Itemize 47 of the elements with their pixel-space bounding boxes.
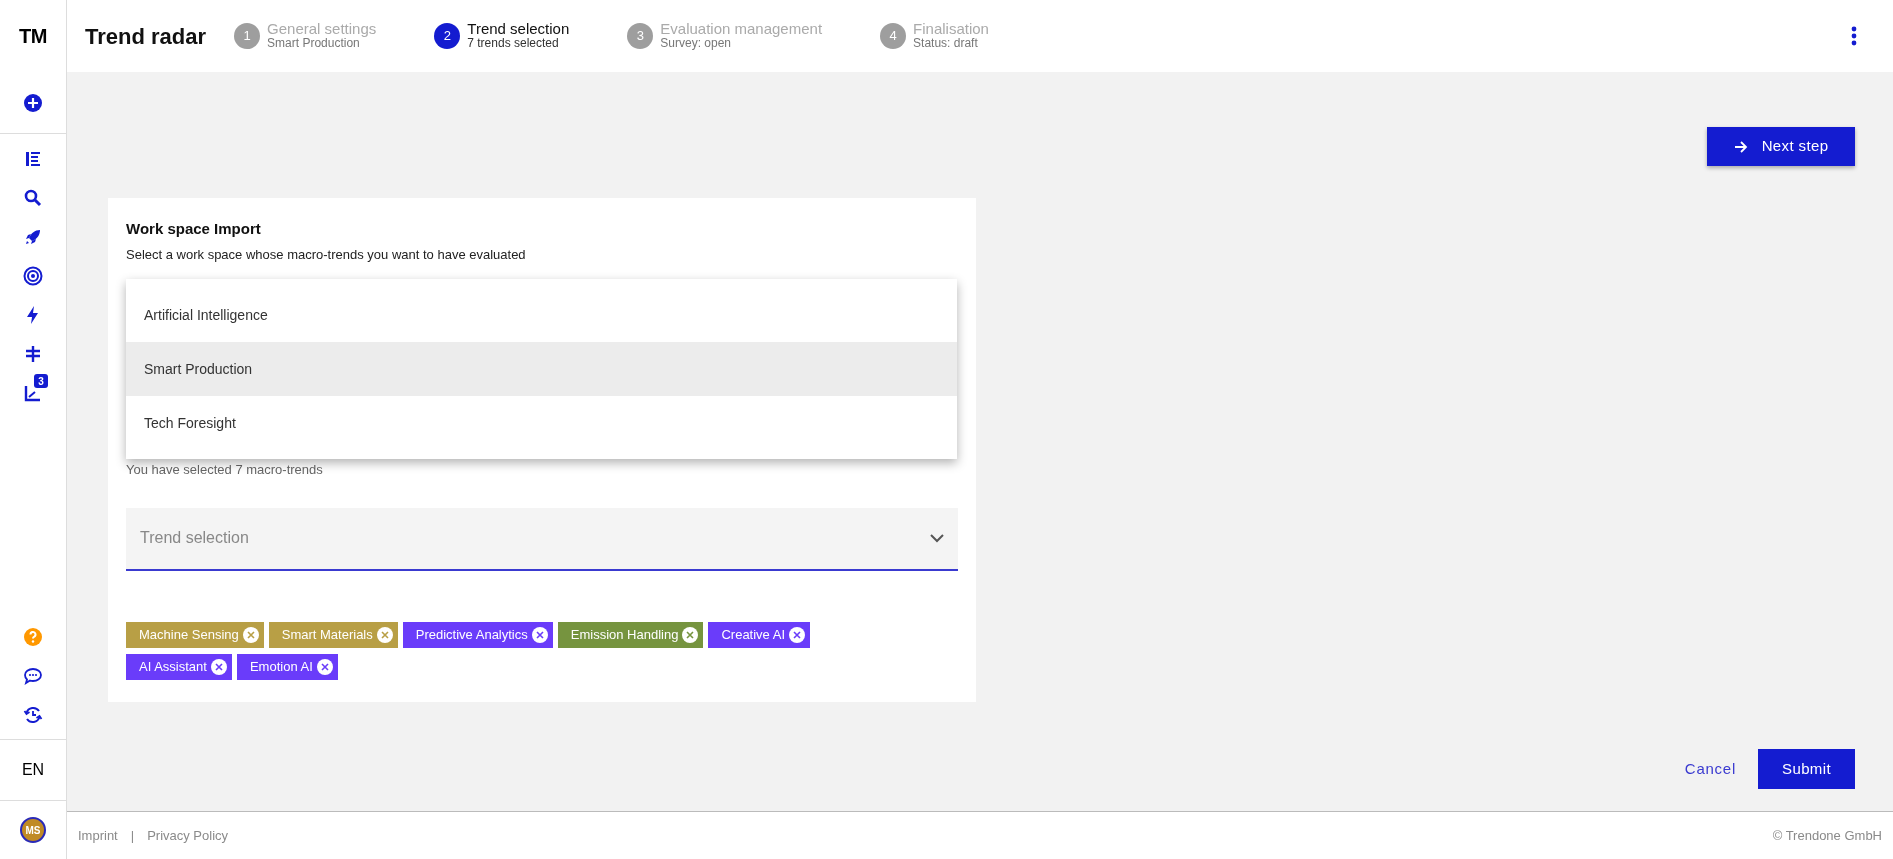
workspace-option[interactable]: Artificial Intelligence (126, 288, 957, 342)
step-title[interactable]: Trend selection (467, 21, 570, 36)
footer-separator: | (130, 826, 135, 845)
language-selector[interactable]: EN (21, 758, 45, 782)
remove-icon[interactable] (242, 626, 259, 643)
card-title: Work space Import (126, 219, 262, 239)
trend-chip: AI Assistant (126, 653, 232, 680)
rocket-icon[interactable] (23, 227, 43, 247)
trend-chip: Creative AI (708, 621, 811, 648)
list-icon[interactable] (23, 149, 43, 169)
remove-icon[interactable] (376, 626, 393, 643)
workspace-option[interactable]: Smart Production (126, 342, 957, 396)
plus-icon[interactable] (23, 92, 43, 113)
step-status: Smart Production (267, 36, 360, 51)
copyright-text: © Trendone GmbH (1772, 826, 1882, 845)
submit-button[interactable]: Submit (1758, 749, 1855, 789)
footer-link[interactable]: Privacy Policy (147, 825, 229, 846)
cancel-button[interactable]: Cancel (1680, 757, 1740, 781)
remove-icon[interactable] (210, 658, 227, 675)
chat-icon[interactable] (23, 666, 43, 686)
selection-count-text: You have selected 7 macro-trends (126, 461, 324, 479)
trend-chip: Machine Sensing (126, 621, 264, 648)
arrow-right-icon (1733, 140, 1748, 153)
step-number[interactable]: 2 (434, 23, 461, 49)
step-status: Status: draft (913, 36, 979, 51)
trend-chip: Smart Materials (268, 621, 398, 648)
app-logo[interactable]: TM (19, 21, 47, 51)
step-status: Survey: open (660, 36, 732, 51)
next-step-button[interactable]: Next step (1707, 127, 1855, 166)
trend-chip: Emotion AI (236, 653, 338, 680)
target-icon[interactable] (23, 266, 43, 286)
step-status: 7 trends selected (467, 36, 560, 51)
app-title: Trend radar (85, 22, 207, 51)
card-subtitle: Select a work space whose macro-trends you want to have evaluated (126, 245, 527, 264)
workspace-option[interactable]: Tech Foresight (126, 396, 957, 450)
notification-badge: 3 (34, 374, 48, 388)
more-options-icon[interactable] (1851, 26, 1857, 46)
history-icon[interactable] (23, 705, 43, 725)
remove-icon[interactable] (531, 626, 548, 643)
remove-icon[interactable] (316, 658, 333, 675)
trend-chip: Predictive Analytics (402, 621, 553, 648)
remove-icon[interactable] (682, 626, 699, 643)
trend-chip: Emission Handling (557, 621, 704, 648)
remove-icon[interactable] (789, 626, 806, 643)
search-icon[interactable] (23, 188, 43, 208)
signpost-icon[interactable] (23, 344, 43, 364)
chevron-down-icon (930, 533, 944, 543)
